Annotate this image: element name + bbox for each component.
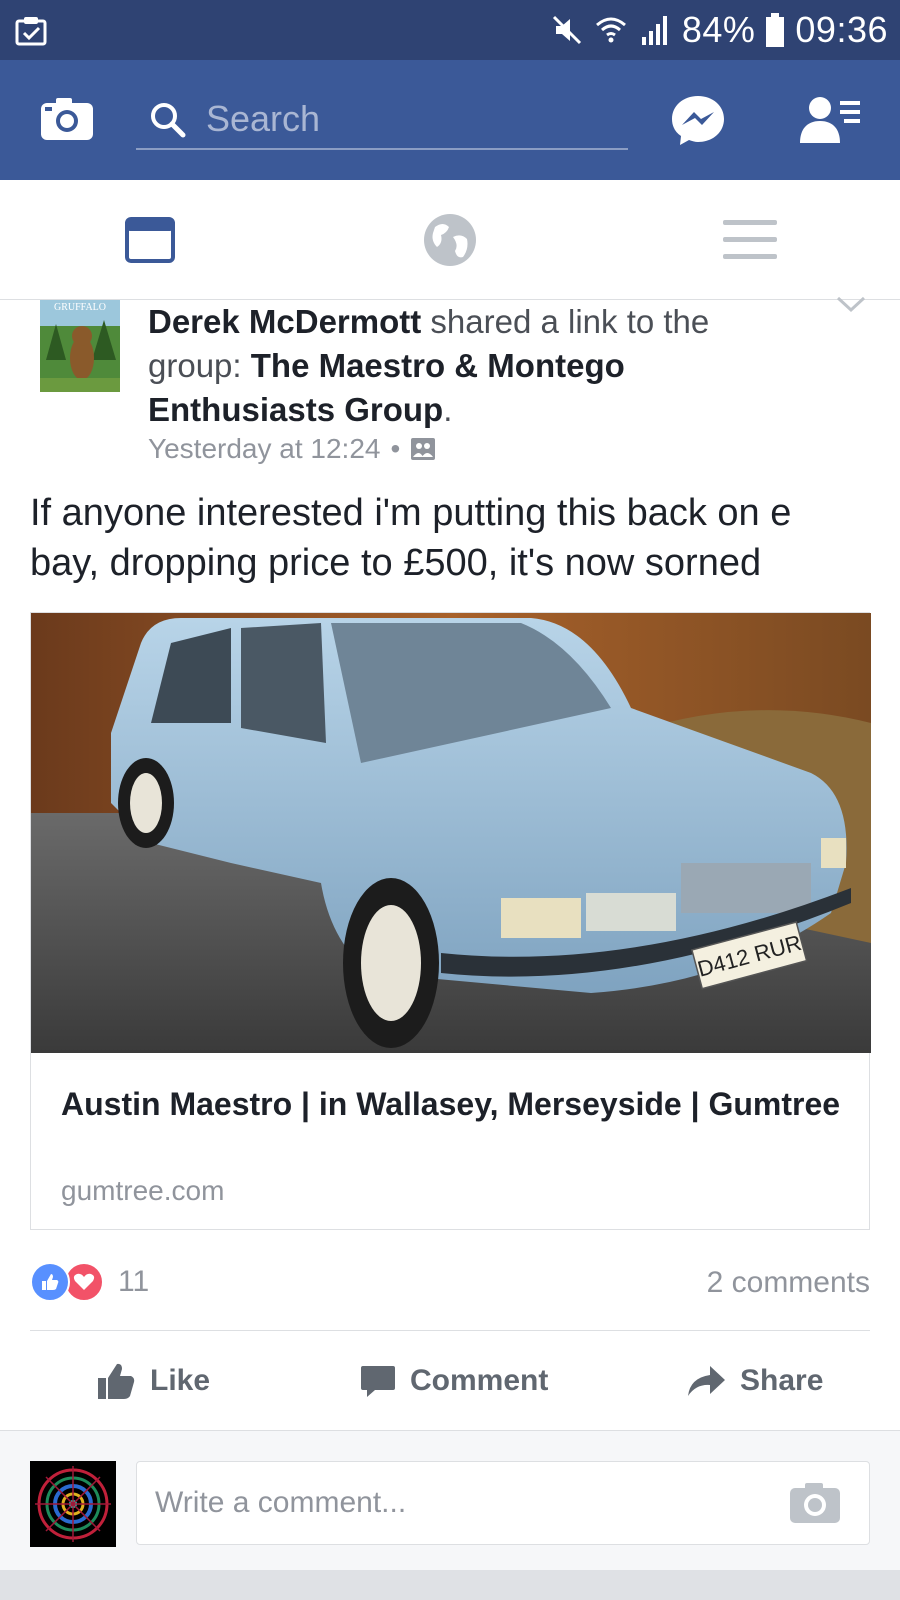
comment-icon bbox=[361, 1366, 395, 1397]
post-header-period: . bbox=[443, 391, 453, 428]
share-button-label: Share bbox=[740, 1364, 824, 1397]
link-title[interactable]: Austin Maestro | in Wallasey, Merseyside… bbox=[61, 1083, 841, 1125]
mute-icon bbox=[552, 15, 581, 45]
comment-input[interactable] bbox=[155, 1478, 735, 1528]
signal-icon bbox=[641, 16, 667, 45]
post-author-name[interactable]: Derek McDermott bbox=[148, 303, 421, 340]
status-bar: 84% 09:36 bbox=[0, 0, 900, 60]
meta-separator: • bbox=[390, 433, 401, 464]
camera-icon[interactable] bbox=[789, 1482, 841, 1524]
thumbs-up-icon bbox=[98, 1363, 135, 1399]
share-button[interactable]: Share bbox=[686, 1332, 823, 1430]
feed-post: GRUFFALO Derek McDermott shared a link t… bbox=[0, 296, 900, 1430]
divider bbox=[30, 1330, 870, 1331]
link-preview-image[interactable]: D412 RUR bbox=[31, 613, 871, 1053]
reaction-count: 11 bbox=[118, 1265, 150, 1298]
post-meta: Yesterday at 12:24 • bbox=[148, 433, 436, 465]
comment-composer bbox=[0, 1430, 900, 1570]
top-nav-bar bbox=[0, 60, 900, 180]
author-avatar[interactable]: GRUFFALO bbox=[40, 300, 120, 392]
tab-menu[interactable] bbox=[600, 180, 900, 300]
clock: 09:36 bbox=[795, 9, 888, 50]
reactions-summary[interactable]: 11 bbox=[30, 1260, 149, 1304]
news-feed-icon bbox=[125, 217, 175, 263]
tab-bar bbox=[0, 180, 900, 300]
chevron-down-icon[interactable] bbox=[834, 292, 868, 316]
status-right: 84% 09:36 bbox=[550, 6, 888, 54]
battery-percent: 84% bbox=[681, 9, 756, 50]
search-icon bbox=[151, 103, 186, 138]
comment-button[interactable]: Comment bbox=[360, 1332, 548, 1430]
post-action-bar: Like Comment Share bbox=[0, 1332, 900, 1430]
group-privacy-icon bbox=[411, 438, 436, 460]
friend-requests-icon[interactable] bbox=[800, 95, 862, 145]
tab-notifications[interactable] bbox=[300, 180, 600, 300]
comment-input-box[interactable] bbox=[136, 1461, 870, 1545]
link-preview-card[interactable]: D412 RUR Austin Maestro | in Wallasey, M… bbox=[30, 612, 871, 1230]
globe-icon bbox=[424, 214, 476, 266]
love-reaction-icon bbox=[64, 1262, 104, 1302]
search-input[interactable] bbox=[206, 94, 616, 144]
avatar-book-title: GRUFFALO bbox=[54, 302, 106, 313]
like-reaction-icon bbox=[30, 1262, 70, 1302]
bottom-strip bbox=[0, 1570, 900, 1600]
wifi-icon bbox=[595, 17, 626, 43]
like-button[interactable]: Like bbox=[96, 1332, 210, 1430]
share-arrow-icon bbox=[688, 1366, 725, 1396]
messenger-icon[interactable] bbox=[670, 94, 726, 146]
link-domain: gumtree.com bbox=[61, 1175, 225, 1206]
post-timestamp[interactable]: Yesterday at 12:24 bbox=[148, 433, 380, 465]
battery-icon bbox=[766, 13, 785, 47]
post-body-text: If anyone interested i'm putting this ba… bbox=[30, 492, 792, 584]
camera-icon[interactable] bbox=[40, 97, 94, 141]
search-box[interactable] bbox=[136, 90, 628, 150]
user-avatar bbox=[30, 1461, 116, 1547]
menu-icon bbox=[723, 220, 777, 259]
notification-clipboard-icon bbox=[15, 17, 47, 46]
comments-count[interactable]: 2 comments bbox=[707, 1266, 870, 1300]
post-header: Derek McDermott shared a link to the gro… bbox=[148, 300, 788, 432]
comment-button-label: Comment bbox=[410, 1364, 549, 1397]
like-button-label: Like bbox=[150, 1364, 211, 1397]
tab-news-feed[interactable] bbox=[0, 180, 300, 300]
